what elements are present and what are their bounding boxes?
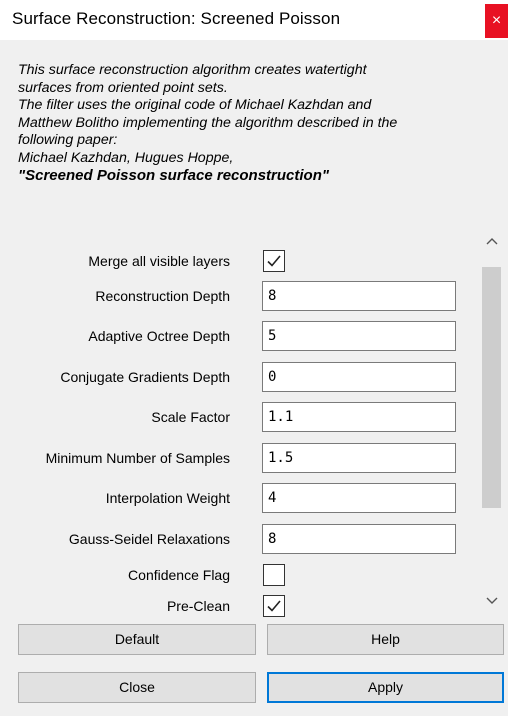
scale-factor-input[interactable]: 1.1 [262,402,456,432]
apply-button[interactable]: Apply [267,672,504,703]
interpolation-weight-label: Interpolation Weight [105,490,230,506]
window-close-button[interactable]: × [485,4,508,38]
description-line: Michael Kazhdan, Hugues Hoppe, [18,149,234,166]
interpolation-weight-input[interactable]: 4 [262,483,456,513]
help-button[interactable]: Help [267,624,504,655]
title-bar: Surface Reconstruction: Screened Poisson… [0,0,508,40]
merge-layers-label: Merge all visible layers [88,253,230,269]
scrollbar-thumb[interactable] [482,267,501,508]
window-title: Surface Reconstruction: Screened Poisson [12,9,341,28]
param-row-conjugate-gradients-depth: Conjugate Gradients Depth 0 [0,362,480,394]
adaptive-octree-depth-label: Adaptive Octree Depth [88,328,230,344]
confidence-flag-label: Confidence Flag [128,567,230,583]
default-button[interactable]: Default [18,624,256,655]
scale-factor-label: Scale Factor [151,409,230,425]
filter-description: This surface reconstruction algorithm cr… [18,62,488,185]
reconstruction-depth-input[interactable]: 8 [262,281,456,311]
close-icon: × [491,12,502,29]
param-row-reconstruction-depth: Reconstruction Depth 8 [0,281,480,313]
paper-title: "Screened Poisson surface reconstruction… [18,167,329,184]
adaptive-octree-depth-input[interactable]: 5 [262,321,456,351]
check-icon [267,255,281,267]
reconstruction-depth-label: Reconstruction Depth [95,288,230,304]
description-line: The filter uses the original code of Mic… [18,97,372,113]
dialog-body: This surface reconstruction algorithm cr… [0,40,508,716]
param-row-scale-factor: Scale Factor 1.1 [0,402,480,434]
merge-layers-checkbox[interactable] [263,250,285,272]
param-row-gauss-seidel: Gauss-Seidel Relaxations 8 [0,524,480,556]
scroll-up-button[interactable] [480,230,504,252]
pre-clean-label: Pre-Clean [166,598,230,614]
params-scrollbar[interactable] [480,230,504,620]
pre-clean-checkbox[interactable] [263,595,285,617]
scroll-down-button[interactable] [480,590,504,612]
conjugate-gradients-depth-input[interactable]: 0 [262,362,456,392]
param-row-pre-clean: Pre-Clean [0,591,480,623]
check-icon [267,600,281,612]
confidence-flag-checkbox[interactable] [263,564,285,586]
min-samples-label: Minimum Number of Samples [45,450,230,466]
param-row-adaptive-octree-depth: Adaptive Octree Depth 5 [0,321,480,353]
param-row-confidence-flag: Confidence Flag [0,560,480,592]
description-line: surfaces from oriented point sets. [18,79,228,96]
description-line: following paper: [18,132,118,148]
param-row-merge-layers: Merge all visible layers [0,246,480,278]
description-line: This surface reconstruction algorithm cr… [18,62,367,78]
chevron-down-icon [486,597,498,604]
description-line: Matthew Bolitho implementing the algorit… [18,114,398,131]
gauss-seidel-input[interactable]: 8 [262,524,456,554]
chevron-up-icon [486,238,498,245]
conjugate-gradients-depth-label: Conjugate Gradients Depth [60,369,230,385]
param-row-min-samples: Minimum Number of Samples 1.5 [0,443,480,475]
param-row-interpolation-weight: Interpolation Weight 4 [0,483,480,515]
min-samples-input[interactable]: 1.5 [262,443,456,473]
close-button[interactable]: Close [18,672,256,703]
gauss-seidel-label: Gauss-Seidel Relaxations [68,531,230,547]
